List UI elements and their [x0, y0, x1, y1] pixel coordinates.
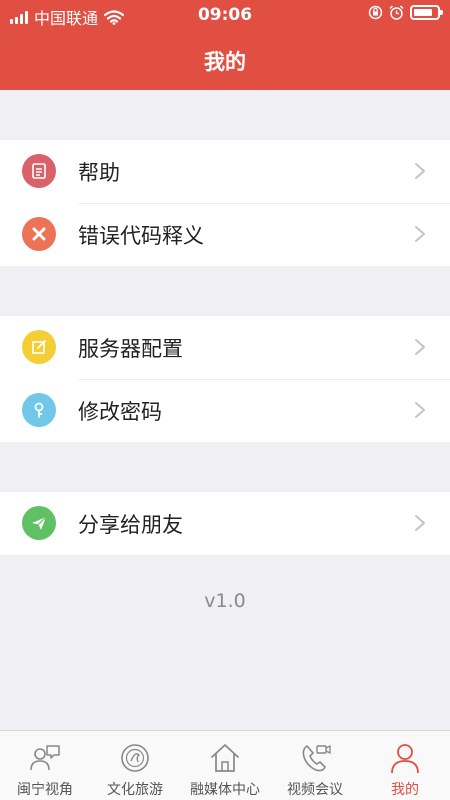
status-bar: 中国联通 09:06 [0, 0, 450, 30]
close-icon [22, 217, 56, 251]
paper-plane-icon [22, 506, 56, 540]
tab-culture-travel[interactable]: 文化旅游 [90, 731, 180, 800]
document-icon [22, 154, 56, 188]
menu-item-label: 帮助 [78, 160, 120, 185]
menu-item-label: 服务器配置 [78, 336, 183, 361]
tab-label: 文化旅游 [107, 782, 163, 798]
menu-item-change-password[interactable]: 修改密码 [0, 379, 450, 442]
menu-group-3: 分享给朋友 [0, 492, 450, 555]
menu-group-2: 服务器配置 修改密码 [0, 316, 450, 442]
edit-icon [22, 330, 56, 364]
people-chat-icon [30, 745, 60, 771]
menu-group-1: 帮助 错误代码释义 [0, 140, 450, 266]
menu-item-share[interactable]: 分享给朋友 [0, 492, 450, 555]
tab-label: 我的 [391, 782, 419, 798]
tab-minning[interactable]: 闽宁视角 [0, 731, 90, 800]
tab-mine[interactable]: 我的 [360, 731, 450, 800]
culture-icon [121, 744, 149, 772]
home-icon [211, 744, 239, 772]
video-call-icon [302, 744, 331, 772]
page-title: 我的 [204, 50, 246, 74]
header: 中国联通 09:06 我的 [0, 0, 450, 90]
person-icon [391, 744, 419, 774]
chevron-right-icon [415, 163, 425, 179]
rotation-lock-icon [368, 5, 383, 20]
menu-item-label: 修改密码 [78, 399, 162, 424]
menu-item-label: 错误代码释义 [78, 223, 204, 248]
menu-item-error-codes[interactable]: 错误代码释义 [0, 203, 450, 266]
chevron-right-icon [415, 226, 425, 242]
tab-label: 视频会议 [287, 782, 343, 798]
tab-bar: 闽宁视角 文化旅游 融媒体中心 视频会议 我的 [0, 730, 450, 800]
key-icon [22, 393, 56, 427]
tab-label: 融媒体中心 [190, 782, 260, 798]
chevron-right-icon [415, 402, 425, 418]
tab-media-center[interactable]: 融媒体中心 [180, 731, 270, 800]
menu-item-server-config[interactable]: 服务器配置 [0, 316, 450, 379]
tab-video-conference[interactable]: 视频会议 [270, 731, 360, 800]
menu-item-label: 分享给朋友 [78, 512, 183, 537]
version-label: v1.0 [204, 590, 246, 612]
tab-label: 闽宁视角 [17, 782, 73, 798]
alarm-icon [389, 5, 404, 20]
chevron-right-icon [415, 339, 425, 355]
battery-icon [410, 5, 443, 20]
chevron-right-icon [415, 515, 425, 531]
menu-item-help[interactable]: 帮助 [0, 140, 450, 203]
